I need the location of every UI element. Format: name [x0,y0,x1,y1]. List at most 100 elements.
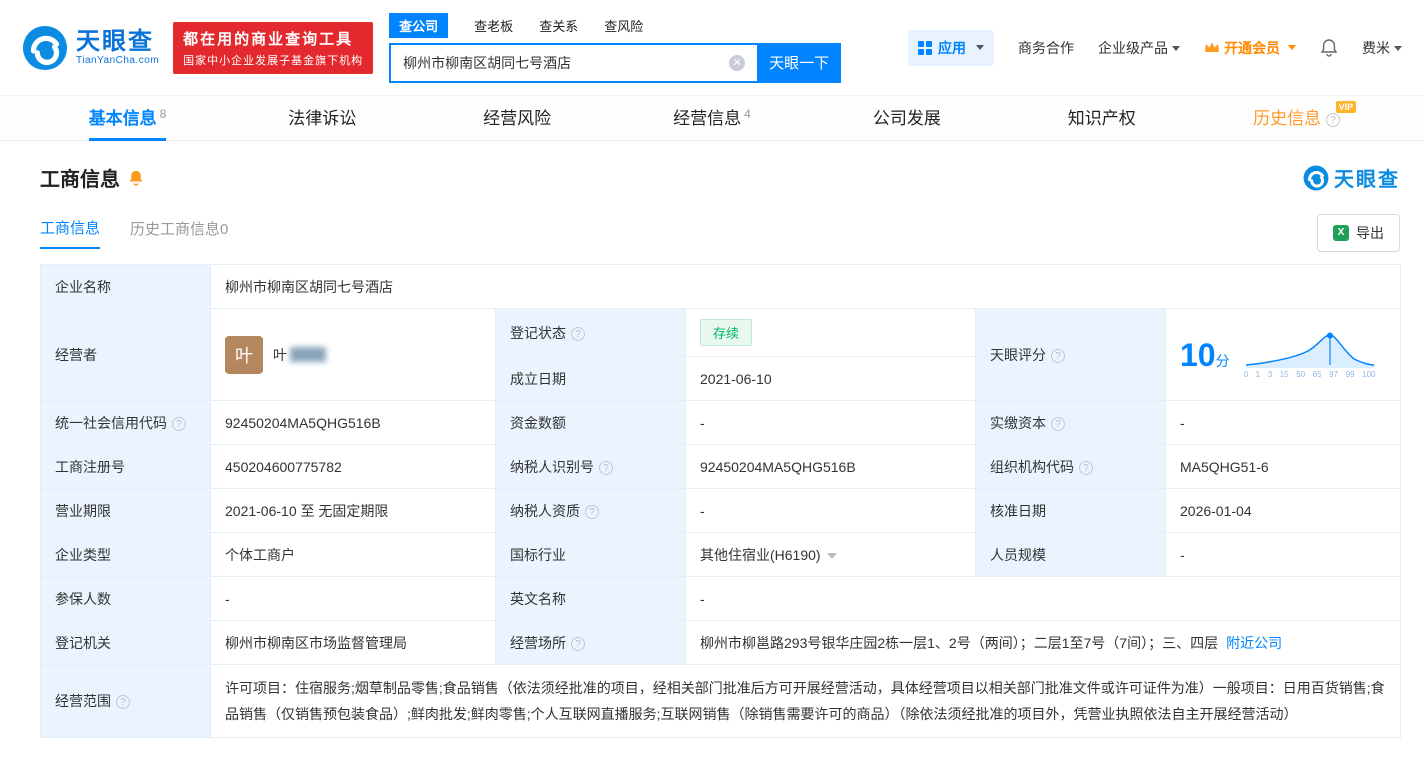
reg-no-value: 450204600775782 [211,445,496,489]
score-axis-ticks: 01 315 5065 9799 100 [1244,370,1376,379]
registration-authority-value: 柳州市柳南区市场监督管理局 [211,621,496,665]
reg-status-value: 存续 [686,309,976,357]
search-input[interactable] [389,43,757,83]
operator-avatar: 叶 [225,336,263,374]
chevron-down-icon [976,45,984,50]
business-term-value: 2021-06-10 至 无固定期限 [211,489,496,533]
excel-icon: X [1333,225,1349,241]
main-content: 工商信息 天眼查 工商信息 历史工商信息0 X 导出 [0,163,1424,738]
reg-no-label: 工商注册号 [41,445,211,489]
search-tab-risk[interactable]: 查风险 [604,16,643,35]
subscribe-bell-icon[interactable] [128,169,144,186]
export-button[interactable]: X 导出 [1317,214,1400,252]
premises-label: 经营场所? [496,621,686,665]
table-row: 统一社会信用代码? 92450204MA5QHG516B 资金数额 - 实缴资本… [41,401,1401,445]
score-unit: 分 [1216,353,1230,369]
table-row: 参保人数 - 英文名称 - [41,577,1401,621]
nav-enterprise-products[interactable]: 企业级产品 [1098,38,1180,58]
tab-basic-info[interactable]: 基本信息8 [30,96,225,140]
subtab-business-info[interactable]: 工商信息 [40,217,100,249]
industry-value: 其他住宿业(H6190) [686,533,976,577]
chevron-down-icon [827,553,837,559]
taxpayer-quali-value: - [686,489,976,533]
help-icon[interactable]: ? [1326,113,1340,127]
section-title: 工商信息 [40,163,120,192]
app-menu-label: 应用 [938,38,966,58]
nearby-companies-link[interactable]: 附近公司 [1226,635,1282,651]
score-distribution-chart: 01 315 5065 9799 100 [1244,331,1376,379]
promo-banner-line1: 都在用的商业查询工具 [183,28,363,49]
help-icon[interactable]: ? [571,637,585,651]
table-row: 企业类型 个体工商户 国标行业 其他住宿业(H6190) 人员规模 - [41,533,1401,577]
help-icon[interactable]: ? [172,417,186,431]
tab-history-info[interactable]: 历史信息? VIP [1199,96,1394,140]
help-icon[interactable]: ? [1051,417,1065,431]
help-icon[interactable]: ? [1051,349,1065,363]
search-tab-company[interactable]: 查公司 [389,13,448,38]
help-icon[interactable]: ? [585,505,599,519]
search-button[interactable]: 天眼一下 [757,43,841,83]
registration-authority-label: 登记机关 [41,621,211,665]
logo-swirl-icon [22,25,68,71]
vip-badge: VIP [1336,101,1357,113]
paid-capital-value: - [1166,401,1401,445]
org-code-value: MA5QHG51-6 [1166,445,1401,489]
uscc-label: 统一社会信用代码? [41,401,211,445]
tab-operating-info[interactable]: 经营信息4 [615,96,810,140]
company-type-label: 企业类型 [41,533,211,577]
capital-label: 资金数额 [496,401,686,445]
promo-banner: 都在用的商业查询工具 国家中小企业发展子基金旗下机构 [173,22,373,74]
chevron-down-icon [1172,46,1180,51]
status-badge: 存续 [700,319,752,346]
notification-bell-icon[interactable] [1320,38,1338,57]
tianyancha-logo[interactable]: 天眼查 TianYanCha.com [22,25,159,71]
search-tab-boss[interactable]: 查老板 [474,16,513,35]
english-name-value: - [686,577,1401,621]
company-type-value: 个体工商户 [211,533,496,577]
tab-operating-risk[interactable]: 经营风险 [420,96,615,140]
score-value: 10分 01 315 5065 [1166,309,1401,401]
premises-value: 柳州市柳邕路293号银华庄园2栋一层1、2号（两间）；二层1至7号（7间）；三、… [686,621,1401,665]
tianyancha-watermark: 天眼查 [1303,163,1400,192]
top-bar: 天眼查 TianYanCha.com 都在用的商业查询工具 国家中小企业发展子基… [0,0,1424,95]
business-scope-label: 经营范围? [41,665,211,738]
company-name-label: 企业名称 [41,265,211,309]
establish-date-label: 成立日期 [496,357,686,401]
capital-value: - [686,401,976,445]
tab-legal-litigation[interactable]: 法律诉讼 [225,96,420,140]
approval-date-value: 2026-01-04 [1166,489,1401,533]
clear-search-icon[interactable]: ✕ [729,55,745,71]
taxpayer-quali-label: 纳税人资质? [496,489,686,533]
nav-cooperation[interactable]: 商务合作 [1018,38,1074,58]
score-label: 天眼评分? [976,309,1166,401]
help-icon[interactable]: ? [1079,461,1093,475]
english-name-label: 英文名称 [496,577,686,621]
app-menu-button[interactable]: 应用 [908,30,994,66]
help-icon[interactable]: ? [599,461,613,475]
insured-count-label: 参保人数 [41,577,211,621]
operator-value: 叶 叶 [211,309,496,401]
help-icon[interactable]: ? [116,695,130,709]
subtab-history-business-info[interactable]: 历史工商信息0 [130,218,228,248]
tab-intellectual-property[interactable]: 知识产权 [1004,96,1199,140]
tab-company-development[interactable]: 公司发展 [809,96,1004,140]
establish-date-value: 2021-06-10 [686,357,976,401]
business-term-label: 营业期限 [41,489,211,533]
taxpayer-id-value: 92450204MA5QHG516B [686,445,976,489]
operator-link[interactable]: 叶 叶 [225,336,481,374]
industry-dropdown[interactable]: 其他住宿业(H6190) [700,547,837,563]
top-nav: 应用 商务合作 企业级产品 开通会员 费米 [908,30,1402,66]
user-menu[interactable]: 费米 [1362,38,1402,58]
grid-icon [918,41,932,55]
logo-domain-text: TianYanCha.com [76,55,159,66]
reg-status-label: 登记状态? [496,309,686,357]
uscc-value: 92450204MA5QHG516B [211,401,496,445]
approval-date-label: 核准日期 [976,489,1166,533]
search-tab-relation[interactable]: 查关系 [539,16,578,35]
taxpayer-id-label: 纳税人识别号? [496,445,686,489]
staff-size-value: - [1166,533,1401,577]
logo-swirl-icon [1303,165,1329,191]
search-tabs: 查公司 查老板 查关系 查风险 [389,13,841,38]
open-vip-button[interactable]: 开通会员 [1204,38,1296,58]
help-icon[interactable]: ? [571,327,585,341]
